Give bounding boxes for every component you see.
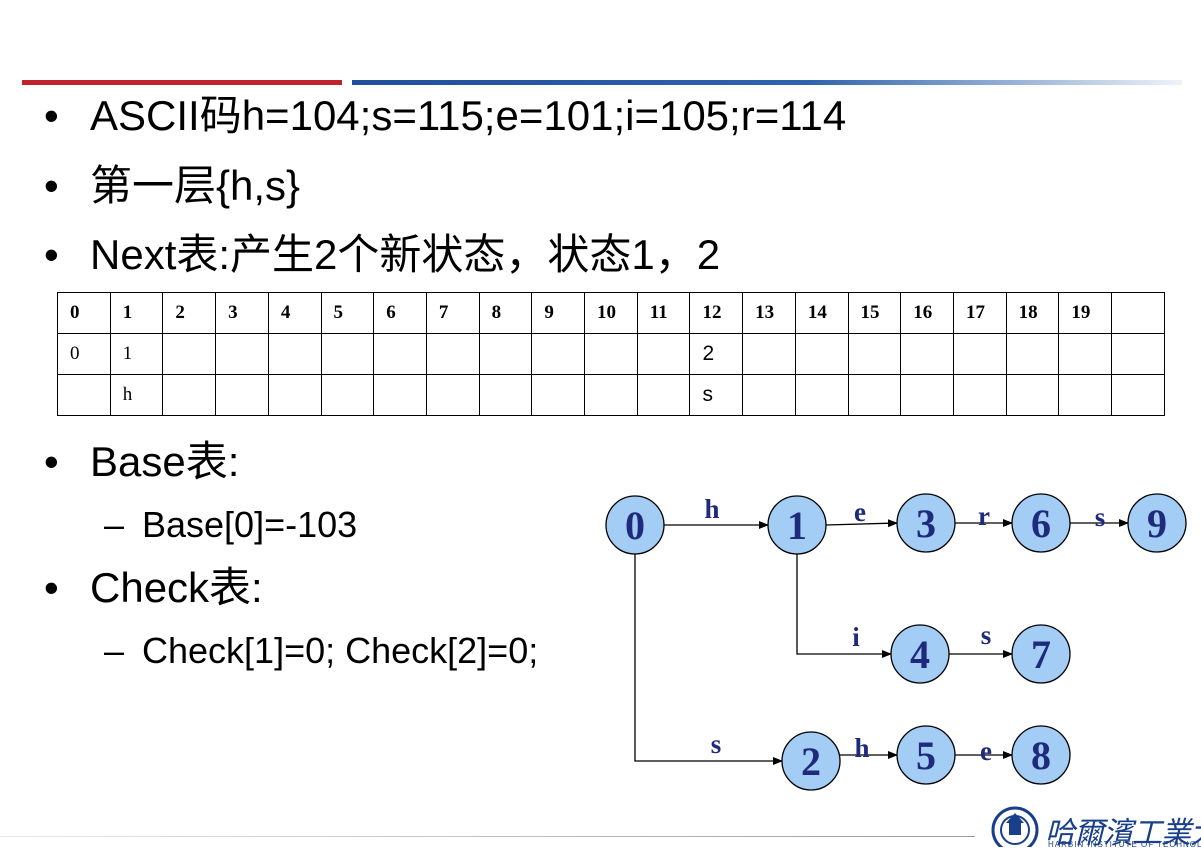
trie-edge-label: h xyxy=(854,733,869,763)
footer-line xyxy=(0,836,975,837)
trie-node-label: 9 xyxy=(1147,501,1167,546)
trie-node-label: 7 xyxy=(1031,632,1051,677)
trie-node-label: 2 xyxy=(801,739,821,784)
trie-edge-label: h xyxy=(704,494,719,524)
trie-node-label: 8 xyxy=(1031,733,1051,778)
trie-node-label: 3 xyxy=(916,501,936,546)
trie-node-label: 0 xyxy=(625,503,645,548)
trie-edge-label: s xyxy=(711,729,722,759)
trie-node-label: 5 xyxy=(916,733,936,778)
trie-edge-label: r xyxy=(978,501,990,531)
trie-edge-label: e xyxy=(854,497,866,527)
trie-edge-label: i xyxy=(852,622,860,652)
trie-edge-label: s xyxy=(1095,502,1106,532)
trie-edge-label: e xyxy=(980,736,992,766)
trie-edge-1-4 xyxy=(796,554,892,658)
trie-edge-0-2 xyxy=(634,554,783,765)
trie-node-label: 1 xyxy=(787,503,807,548)
trie-diagram: h s e i r s s h e 0 1 2 3 4 5 6 7 8 9 xyxy=(605,493,1187,791)
university-name-english: HARBIN INSTITUTE OF TECHNOLOGY xyxy=(1048,840,1201,849)
university-emblem-icon xyxy=(991,806,1039,847)
trie-edge-label: s xyxy=(981,620,992,650)
trie-node-label: 4 xyxy=(910,632,930,677)
trie-node-label: 6 xyxy=(1031,501,1051,546)
